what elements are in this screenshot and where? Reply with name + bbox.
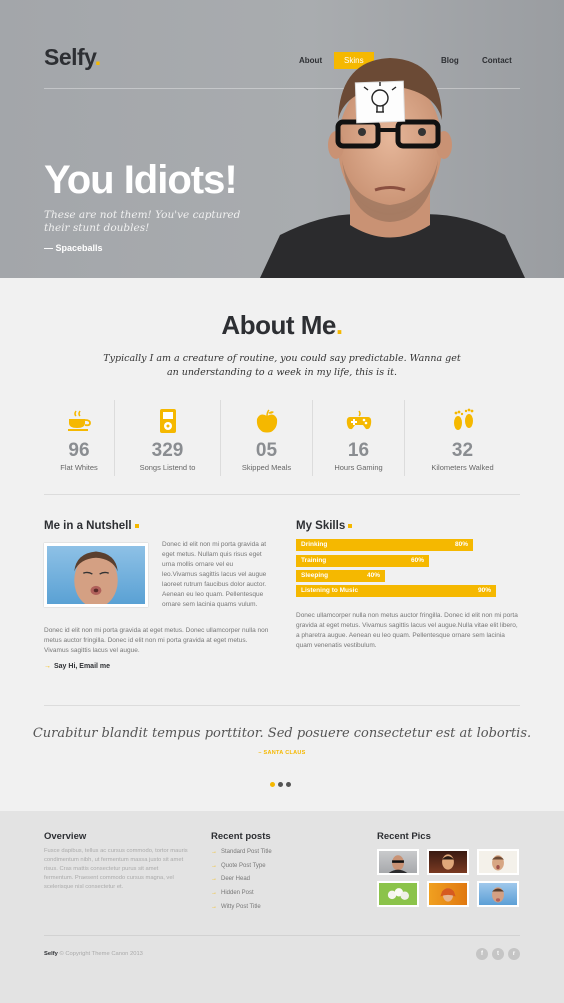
- skill-bar-fill: Listening to Music 90%: [296, 585, 496, 597]
- twitter-icon[interactable]: t: [492, 948, 504, 960]
- footer-posts-title: Recent posts: [211, 831, 271, 842]
- nutshell-title: Me in a Nutshell: [44, 520, 139, 532]
- pagination-dot[interactable]: [278, 782, 283, 787]
- say-hi-link[interactable]: → Say Hi, Email me: [44, 663, 110, 670]
- stat-value: 96: [68, 440, 90, 461]
- stat-flat-whites: 96 Flat Whites: [44, 400, 114, 476]
- gamepad-icon: [346, 410, 371, 430]
- pagination-dot[interactable]: [270, 782, 275, 787]
- stat-label: Hours Gaming: [334, 463, 383, 472]
- recent-pic-thumbnail[interactable]: [427, 881, 469, 907]
- recent-pic-thumbnail[interactable]: [477, 881, 519, 907]
- stat-walked: 32 Kilometers Walked: [405, 400, 520, 476]
- stat-meals: 05 Skipped Meals: [221, 400, 312, 476]
- coffee-cup-icon: [68, 410, 91, 431]
- recent-post-link[interactable]: → Quote Post Type: [211, 863, 272, 877]
- apple-icon: [256, 409, 277, 433]
- hero-quote: These are not them! You've captured thei…: [44, 209, 241, 234]
- divider: [44, 494, 520, 495]
- skill-bar-fill: Training 60%: [296, 555, 429, 567]
- stat-label: Skipped Meals: [241, 463, 292, 472]
- recent-post-link[interactable]: → Witty Post Title: [211, 904, 272, 918]
- recent-post-link[interactable]: → Standard Post Title: [211, 849, 272, 863]
- copyright-text: Selfy © Copyright Theme Canon 2013: [44, 951, 143, 957]
- hero-title: You Idiots!: [44, 158, 238, 202]
- skill-label: Drinking: [301, 541, 328, 548]
- skill-bar-fill: Drinking 80%: [296, 539, 473, 551]
- stat-label: Kilometers Walked: [431, 463, 494, 472]
- skill-percent: 60%: [410, 557, 424, 564]
- testimonial-quote: Curabitur blandit tempus porttitor. Sed …: [32, 726, 532, 741]
- recent-pic-thumbnail[interactable]: [477, 849, 519, 875]
- footer-overview-title: Overview: [44, 831, 87, 842]
- footer-pics-title: Recent Pics: [377, 831, 431, 842]
- skill-label: Sleeping: [301, 572, 329, 579]
- nutshell-side-text: Donec id elit non mi porta gravida at eg…: [162, 541, 267, 608]
- hero-section: Selfy. About Skins Blog Contact You Idio…: [0, 0, 564, 278]
- footer-divider: [44, 935, 520, 936]
- nutshell-body-text: Donec id elit non mi porta gravida at eg…: [44, 627, 269, 654]
- skill-percent: 40%: [366, 572, 380, 579]
- skills-text: Donec ullamcorper nulla non metus auctor…: [296, 612, 518, 649]
- hero-person-image: [260, 58, 525, 278]
- stat-label: Flat Whites: [60, 463, 98, 472]
- recent-post-link[interactable]: → Hidden Post: [211, 890, 272, 904]
- facebook-icon[interactable]: f: [476, 948, 488, 960]
- recent-pic-thumbnail[interactable]: [377, 881, 419, 907]
- skill-percent: 90%: [477, 587, 491, 594]
- skill-bar: Drinking 80%: [296, 539, 520, 551]
- pagination-dot[interactable]: [286, 782, 291, 787]
- skill-bar-fill: Sleeping 40%: [296, 570, 385, 582]
- testimonial-pagination: [270, 774, 294, 792]
- testimonial-author: – SANTA CLAUS: [258, 750, 306, 756]
- skill-bar: Training 60%: [296, 555, 520, 567]
- about-intro: Typically I am a creature of routine, yo…: [103, 353, 461, 378]
- skill-bar: Sleeping 40%: [296, 570, 520, 582]
- footprints-icon: [453, 408, 473, 430]
- skill-percent: 80%: [454, 541, 468, 548]
- recent-post-link[interactable]: → Deer Head: [211, 876, 272, 890]
- stat-songs: 329 Songs Listend to: [115, 400, 220, 476]
- stat-value: 32: [451, 440, 474, 461]
- stat-label: Songs Listend to: [139, 463, 196, 472]
- nutshell-photo: [44, 543, 148, 607]
- skill-label: Listening to Music: [301, 587, 359, 594]
- divider: [44, 705, 520, 706]
- skill-label: Training: [301, 557, 327, 564]
- skill-bar: Listening to Music 90%: [296, 585, 520, 597]
- stat-value: 329: [151, 440, 184, 461]
- hero-quote-author: — Spaceballs: [44, 243, 103, 253]
- stat-gaming: 16 Hours Gaming: [313, 400, 404, 476]
- stats-row: 96 Flat Whites 329 Songs Listend to 05 S…: [44, 400, 520, 476]
- recent-pic-thumbnail[interactable]: [427, 849, 469, 875]
- music-player-icon: [159, 409, 176, 433]
- rss-icon[interactable]: r: [508, 948, 520, 960]
- about-title: About Me.: [221, 310, 343, 340]
- recent-posts-list: → Standard Post Title → Quote Post Type → D…: [211, 849, 272, 917]
- stat-value: 05: [255, 440, 278, 461]
- recent-pic-thumbnail[interactable]: [377, 849, 419, 875]
- footer-overview-text: Fusce dapibus, tellus ac cursus commodo,…: [44, 848, 188, 890]
- skills-title: My Skills: [296, 520, 353, 532]
- stat-value: 16: [347, 440, 370, 461]
